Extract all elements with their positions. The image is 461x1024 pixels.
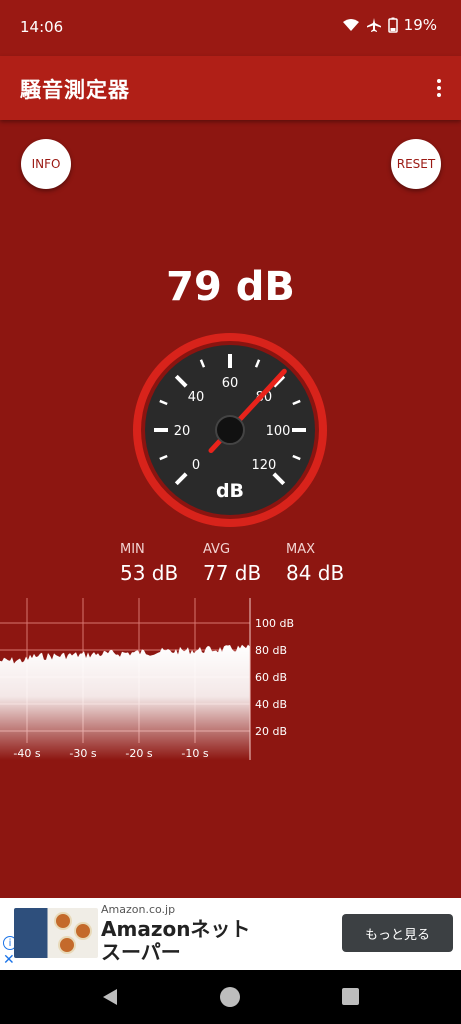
y-label-100: 100 dB bbox=[255, 617, 294, 630]
app-title: 騒音測定器 bbox=[20, 78, 130, 102]
gauge-tick-label: 60 bbox=[222, 376, 239, 391]
status-bar: 14:06 19% bbox=[0, 0, 461, 56]
info-button[interactable]: INFO bbox=[21, 139, 71, 189]
ad-headline-line1: Amazonネット bbox=[101, 917, 251, 941]
gauge-tick-label: 120 bbox=[252, 458, 277, 473]
x-label-30s: -30 s bbox=[69, 747, 96, 760]
app-bar: 騒音測定器 bbox=[0, 56, 461, 120]
stat-avg-label: AVG bbox=[203, 542, 231, 557]
stat-min-value: 53 dB bbox=[120, 561, 179, 585]
x-label-40s: -40 s bbox=[13, 747, 40, 760]
history-graph: 100 dB 80 dB 60 dB 40 dB 20 dB -40 s -30… bbox=[0, 598, 294, 760]
ad-thumbnail[interactable] bbox=[14, 908, 98, 958]
y-label-40: 40 dB bbox=[255, 698, 287, 711]
stat-min: MIN 53 dB bbox=[120, 542, 178, 585]
gauge-tick-label: 40 bbox=[188, 390, 205, 405]
x-label-10s: -10 s bbox=[181, 747, 208, 760]
navigation-bar bbox=[0, 970, 461, 1024]
battery-icon bbox=[387, 17, 398, 33]
battery-percent: 19% bbox=[403, 16, 437, 34]
stat-min-label: MIN bbox=[120, 542, 145, 557]
x-label-20s: -20 s bbox=[125, 747, 152, 760]
y-label-20: 20 dB bbox=[255, 725, 287, 738]
history-area bbox=[0, 644, 250, 760]
wifi-icon bbox=[342, 19, 359, 31]
gauge-tick-label: 0 bbox=[192, 458, 200, 473]
overflow-menu-icon[interactable] bbox=[431, 72, 447, 104]
db-gauge: 020406080100120 dB bbox=[133, 333, 327, 527]
ad-banner[interactable]: i ✕ Amazon.co.jp Amazonネット スーパー もっと見る bbox=[0, 898, 461, 970]
ad-close-icon[interactable]: ✕ bbox=[3, 952, 15, 968]
home-icon[interactable] bbox=[220, 987, 240, 1007]
gauge-hub bbox=[215, 415, 245, 445]
ad-source: Amazon.co.jp bbox=[101, 903, 176, 916]
gauge-tick-label: 100 bbox=[266, 424, 291, 439]
ad-headline[interactable]: Amazonネット スーパー bbox=[101, 918, 281, 964]
gauge-tick-label: 20 bbox=[174, 424, 191, 439]
gauge-unit-label: dB bbox=[216, 480, 244, 502]
stat-avg-value: 77 dB bbox=[203, 561, 262, 585]
ad-headline-line2: スーパー bbox=[101, 940, 181, 964]
reset-button[interactable]: RESET bbox=[391, 139, 441, 189]
stat-max-label: MAX bbox=[286, 542, 316, 557]
stat-max: MAX 84 dB bbox=[286, 542, 344, 585]
ad-cta-button[interactable]: もっと見る bbox=[342, 914, 453, 952]
stat-max-value: 84 dB bbox=[286, 561, 345, 585]
back-icon[interactable] bbox=[100, 987, 120, 1007]
stat-avg: AVG 77 dB bbox=[203, 542, 261, 585]
status-time: 14:06 bbox=[20, 18, 64, 36]
airplane-mode-icon bbox=[366, 18, 381, 32]
recents-icon[interactable] bbox=[342, 988, 359, 1005]
current-db-readout: 79 dB bbox=[166, 264, 295, 310]
status-icons: 19% bbox=[342, 16, 437, 34]
y-label-60: 60 dB bbox=[255, 671, 287, 684]
y-label-80: 80 dB bbox=[255, 644, 287, 657]
